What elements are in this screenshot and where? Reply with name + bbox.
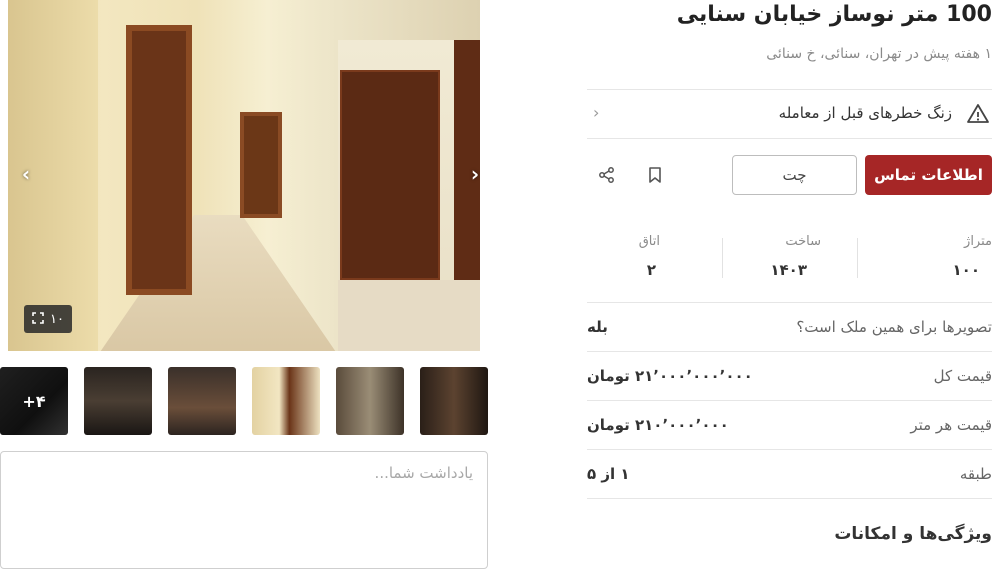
main-photo[interactable]: ‹ › ۱۰ — [8, 0, 480, 351]
previous-photo-button[interactable]: ‹ — [14, 162, 38, 186]
fullscreen-gallery-button[interactable]: ۱۰ — [24, 305, 72, 333]
page-title: 100 متر نوساز خیابان سنایی — [676, 2, 992, 27]
divider — [857, 238, 858, 278]
photo-door — [126, 25, 192, 295]
bookmark-icon[interactable] — [643, 163, 667, 187]
expand-icon — [32, 311, 44, 327]
thumbnail[interactable] — [168, 367, 236, 435]
thumbnail[interactable] — [252, 367, 320, 435]
stat-area: متراژ ۱۰۰ — [857, 228, 992, 288]
warning-triangle-icon — [966, 102, 990, 126]
more-photos-count: +۴ — [0, 367, 68, 435]
note-placeholder: یادداشت شما... — [374, 464, 473, 482]
detail-value: ۲۱۰٬۰۰۰٬۰۰۰ تومان — [587, 416, 729, 434]
stat-label: متراژ — [964, 234, 992, 249]
detail-row-price-per-meter: قیمت هر متر ۲۱۰٬۰۰۰٬۰۰۰ تومان — [587, 401, 992, 449]
photo-tile-floor — [338, 280, 480, 351]
detail-row-photos-authentic: تصویرها برای همین ملک است؟ بله — [587, 303, 992, 351]
stat-label: اتاق — [638, 234, 660, 249]
photo-count: ۱۰ — [50, 311, 64, 327]
stat-value: ۲ — [646, 261, 656, 279]
stat-label: ساخت — [785, 234, 821, 249]
stat-year-built: ساخت ۱۴۰۳ — [722, 228, 857, 288]
detail-value: ۱ از ۵ — [587, 465, 630, 483]
share-icon[interactable] — [595, 163, 619, 187]
photo-corridor-door — [240, 112, 282, 218]
scam-warning-link[interactable]: زنگ خطرهای قبل از معامله ‹ — [587, 90, 992, 138]
detail-key: تصویرها برای همین ملک است؟ — [796, 318, 992, 336]
thumbnail-more[interactable]: +۴ — [0, 367, 68, 435]
detail-key: قیمت کل — [933, 367, 992, 385]
stat-rooms: اتاق ۲ — [587, 228, 722, 288]
thumbnail[interactable] — [84, 367, 152, 435]
thumbnail-strip: +۴ — [0, 367, 488, 435]
chat-button[interactable]: چت — [732, 155, 857, 195]
divider — [587, 498, 992, 499]
next-photo-button[interactable]: › — [463, 162, 480, 186]
divider — [587, 138, 992, 139]
thumbnail[interactable] — [336, 367, 404, 435]
photo-entry-door — [340, 70, 440, 280]
warning-text: زنگ خطرهای قبل از معامله — [778, 104, 952, 122]
stat-value: ۱۴۰۳ — [770, 261, 807, 279]
detail-row-total-price: قیمت کل ۲۱٬۰۰۰٬۰۰۰٬۰۰۰ تومان — [587, 352, 992, 400]
chevron-left-icon: ‹ — [593, 103, 600, 122]
contact-info-button[interactable]: اطلاعات تماس — [865, 155, 992, 195]
stat-value: ۱۰۰ — [952, 261, 980, 279]
detail-key: قیمت هر متر — [910, 416, 992, 434]
listing-subtitle: ۱ هفته پیش در تهران، سنائی، خ سنائی — [766, 46, 992, 62]
property-stats: متراژ ۱۰۰ ساخت ۱۴۰۳ اتاق ۲ — [587, 228, 992, 288]
divider — [722, 238, 723, 278]
note-textarea[interactable]: یادداشت شما... — [0, 451, 488, 569]
detail-value: ۲۱٬۰۰۰٬۰۰۰٬۰۰۰ تومان — [587, 367, 753, 385]
thumbnail[interactable] — [420, 367, 488, 435]
detail-key: طبقه — [959, 465, 992, 483]
features-section-title: ویژگی‌ها و امکانات — [834, 524, 992, 544]
detail-value: بله — [587, 318, 608, 336]
detail-row-floor: طبقه ۱ از ۵ — [587, 450, 992, 498]
